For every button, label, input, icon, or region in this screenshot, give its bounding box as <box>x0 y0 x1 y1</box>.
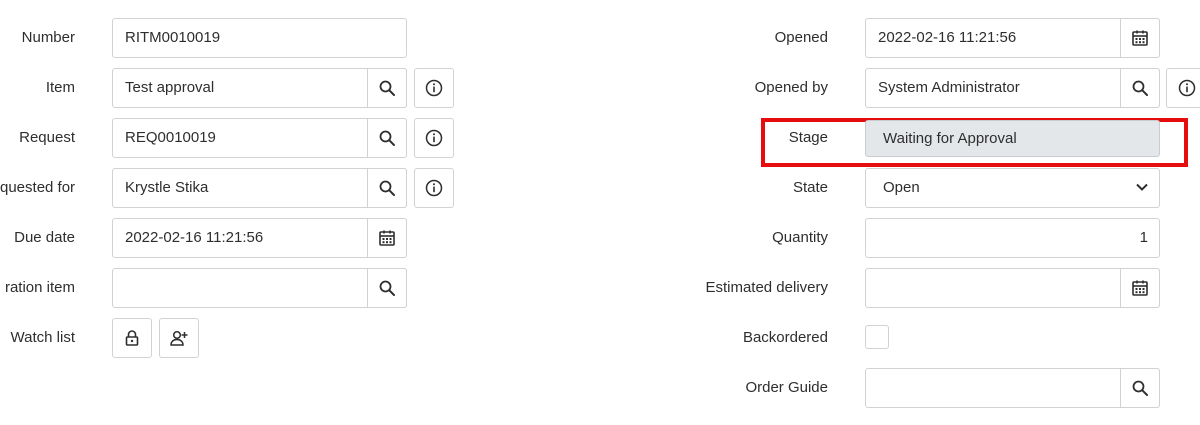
request-field[interactable]: REQ0010019 <box>112 118 407 158</box>
info-icon <box>1178 79 1195 97</box>
watch-list-label: Watch list <box>10 329 75 346</box>
number-field[interactable]: RITM0010019 <box>112 18 407 58</box>
request-label: Request <box>19 129 75 146</box>
search-icon <box>1132 80 1148 96</box>
opened-label: Opened <box>774 29 828 46</box>
calendar-icon <box>379 230 395 246</box>
number-value: RITM0010019 <box>125 29 221 46</box>
requested-for-value: Krystle Stika <box>125 179 209 196</box>
configuration-item-label: ration item <box>4 279 75 296</box>
stage-label: Stage <box>788 129 828 146</box>
quantity-field[interactable]: 1 <box>865 218 1160 258</box>
opened-by-info-button[interactable] <box>1166 68 1200 108</box>
due-date-calendar-button[interactable] <box>367 218 407 258</box>
chevron-down-icon <box>1136 183 1148 191</box>
configuration-item-field[interactable] <box>112 268 407 308</box>
info-icon <box>425 179 443 197</box>
opened-by-label: Opened by <box>754 79 828 96</box>
search-icon <box>379 80 395 96</box>
backordered-label: Backordered <box>742 329 828 346</box>
requested-for-label: quested for <box>0 179 76 196</box>
opened-field[interactable]: 2022-02-16 11:21:56 <box>865 18 1160 58</box>
requested-for-lookup-button[interactable] <box>367 168 407 208</box>
item-lookup-button[interactable] <box>367 68 407 108</box>
request-lookup-button[interactable] <box>367 118 407 158</box>
due-date-field[interactable]: 2022-02-16 11:21:56 <box>112 218 407 258</box>
requested-for-info-button[interactable] <box>414 168 454 208</box>
order-guide-field[interactable] <box>865 368 1160 408</box>
due-date-label: Due date <box>14 229 75 246</box>
state-label: State <box>792 179 828 196</box>
number-label: Number <box>21 29 75 46</box>
lock-icon <box>125 330 139 346</box>
opened-value: 2022-02-16 11:21:56 <box>878 29 1017 46</box>
order-guide-lookup-button[interactable] <box>1120 368 1160 408</box>
add-user-icon <box>170 330 188 346</box>
info-icon <box>425 79 443 97</box>
estimated-delivery-calendar-button[interactable] <box>1120 268 1160 308</box>
state-value: Open <box>883 179 920 196</box>
backordered-checkbox[interactable] <box>865 325 889 349</box>
stage-value: Waiting for Approval <box>883 130 1017 147</box>
order-guide-label: Order Guide <box>745 379 828 396</box>
item-label: Item <box>45 79 75 96</box>
item-value: Test approval <box>125 79 215 96</box>
watch-list-lock-button[interactable] <box>112 318 152 358</box>
request-value: REQ0010019 <box>125 129 216 146</box>
due-date-value: 2022-02-16 11:21:56 <box>125 229 264 246</box>
opened-calendar-button[interactable] <box>1120 18 1160 58</box>
item-field[interactable]: Test approval <box>112 68 407 108</box>
watch-list-add-user-button[interactable] <box>159 318 199 358</box>
calendar-icon <box>1132 280 1148 296</box>
search-icon <box>379 180 395 196</box>
request-info-button[interactable] <box>414 118 454 158</box>
opened-by-field[interactable]: System Administrator <box>865 68 1160 108</box>
estimated-delivery-field[interactable] <box>865 268 1160 308</box>
requested-for-field[interactable]: Krystle Stika <box>112 168 407 208</box>
info-icon <box>425 129 443 147</box>
state-select[interactable]: Open <box>865 168 1160 208</box>
search-icon <box>379 280 395 296</box>
configuration-item-lookup-button[interactable] <box>367 268 407 308</box>
search-icon <box>1132 380 1148 396</box>
opened-by-lookup-button[interactable] <box>1120 68 1160 108</box>
opened-by-value: System Administrator <box>878 79 1020 96</box>
calendar-icon <box>1132 30 1148 46</box>
item-info-button[interactable] <box>414 68 454 108</box>
stage-field: Waiting for Approval <box>865 120 1160 157</box>
search-icon <box>379 130 395 146</box>
quantity-label: Quantity <box>772 229 828 246</box>
quantity-value: 1 <box>1139 229 1148 246</box>
estimated-delivery-label: Estimated delivery <box>705 279 828 296</box>
